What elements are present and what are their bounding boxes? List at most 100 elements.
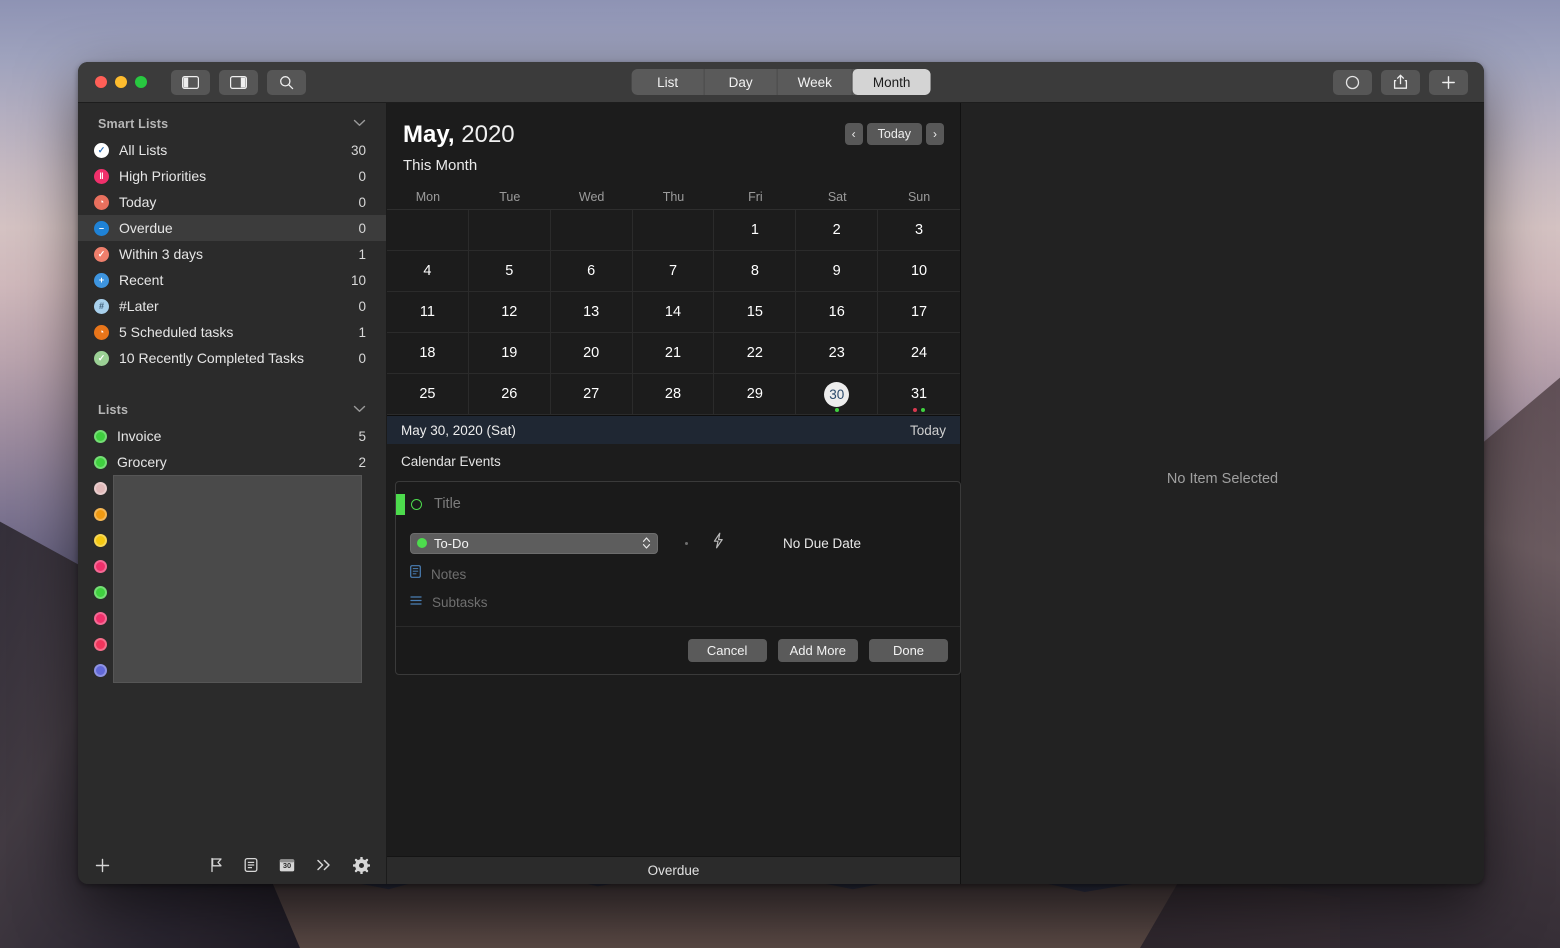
chevron-down-icon[interactable] [353,404,366,416]
gear-icon[interactable] [353,856,370,874]
window-controls [95,76,147,88]
sidebar-item-all-lists[interactable]: ✓ All Lists 30 [78,137,386,163]
calendar-day-9[interactable]: 9 [796,251,879,292]
calendar-day-26[interactable]: 26 [468,374,551,415]
list-item-grocery[interactable]: Grocery 2 [78,449,386,475]
prev-month-button[interactable]: ‹ [844,123,863,145]
notes-label: Notes [431,566,467,582]
calendar-day-14[interactable]: 14 [632,292,715,333]
sidebar-item-overdue[interactable]: – Overdue 0 [78,215,386,241]
calendar-day-25[interactable]: 25 [387,374,469,415]
check-circle-icon: ✓ [94,142,109,158]
calendar-day-17[interactable]: 17 [878,292,960,333]
add-list-button[interactable] [94,857,111,874]
done-button[interactable]: Done [869,639,948,662]
calendar-day-20[interactable]: 20 [550,333,633,374]
calendar-day-1[interactable]: 1 [714,210,797,251]
task-title-input[interactable]: Title [434,496,461,512]
calendar-day-15[interactable]: 15 [714,292,797,333]
calendar-day-2[interactable]: 2 [796,210,879,251]
add-button[interactable] [1429,69,1468,95]
day-number: 10 [910,263,928,279]
minimize-button[interactable] [115,76,127,88]
calendar-day-31[interactable]: 31 [878,374,960,415]
task-title-row[interactable]: Title [396,482,960,526]
calendar-day-6[interactable]: 6 [550,251,633,292]
sidebar-item-5-scheduled-tasks[interactable]: ◔ 5 Scheduled tasks 1 [78,319,386,345]
list-item-invoice[interactable]: Invoice 5 [78,423,386,449]
quick-action-bolt-icon[interactable] [712,532,725,554]
calendar-day-27[interactable]: 27 [550,374,633,415]
chevron-updown-icon[interactable] [642,536,651,550]
calendar-day-7[interactable]: 7 [632,251,715,292]
tab-day[interactable]: Day [705,69,778,95]
smart-lists-section-header[interactable]: Smart Lists [78,113,386,137]
calendar-day-30[interactable]: 30 [796,374,879,415]
calendar-day-3[interactable]: 3 [878,210,960,251]
smart-lists-container: ✓ All Lists 30 ‖ High Priorities 0 ◔ Today 0– Ove… [78,137,386,371]
add-more-button[interactable]: Add More [777,639,858,662]
sidebar-item-recent[interactable]: + Recent 10 [78,267,386,293]
flag-icon[interactable] [210,857,223,873]
calendar-day-18[interactable]: 18 [387,333,469,374]
today-button[interactable]: Today [866,123,922,145]
lists-section-header[interactable]: Lists [78,399,386,423]
calendar-day-24[interactable]: 24 [878,333,960,374]
toggle-right-sidebar-button[interactable] [219,69,258,95]
day-number: 13 [583,304,600,320]
share-button[interactable] [1381,69,1420,95]
day-number: 1 [750,222,759,238]
priority-dot-icon[interactable] [685,541,688,545]
calendar-day-22[interactable]: 22 [714,333,797,374]
sidebar-item-high-priorities[interactable]: ‖ High Priorities 0 [78,163,386,189]
day-of-week-tue: Tue [499,190,521,204]
calendar-day-empty [632,210,715,251]
event-dot [913,408,918,412]
tab-list[interactable]: List [632,69,705,95]
task-complete-checkbox[interactable] [411,498,422,510]
calendar-day-8[interactable]: 8 [714,251,797,292]
calendar-day-19[interactable]: 19 [468,333,551,374]
chevron-double-right-icon[interactable] [316,858,332,872]
calendar-day-29[interactable]: 29 [714,374,797,415]
calendar-30-icon[interactable]: 30 [279,857,295,873]
calendar-day-13[interactable]: 13 [550,292,633,333]
calendar-day-12[interactable]: 12 [468,292,551,333]
sidebar-item-today[interactable]: ◔ Today 0 [78,189,386,215]
list-color-dot-icon [94,507,107,521]
cancel-button[interactable]: Cancel [687,639,767,662]
calendar-day-11[interactable]: 11 [387,292,469,333]
sidebar-item-label: Recent [119,272,164,288]
task-type-select[interactable]: To-Do [410,532,658,554]
calendar-day-21[interactable]: 21 [632,333,715,374]
note-icon[interactable] [244,857,258,873]
chevron-down-icon[interactable] [353,118,366,130]
sidebar-item-10-recently-completed-tasks[interactable]: ✓ 10 Recently Completed Tasks 0 [78,345,386,371]
calendar-day-16[interactable]: 16 [796,292,879,333]
calendar-events-label: Calendar Events [401,454,501,469]
tab-week[interactable]: Week [778,69,853,95]
calendar-day-10[interactable]: 10 [878,251,960,292]
due-date-label[interactable]: No Due Date [783,536,861,551]
calendar-day-4[interactable]: 4 [387,251,469,292]
zoom-button[interactable] [135,76,147,88]
calendar-day-23[interactable]: 23 [796,333,879,374]
notes-row[interactable]: Notes [396,560,960,588]
subtasks-label: Subtasks [432,594,488,610]
calendar-day-5[interactable]: 5 [468,251,551,292]
sidebar-item-count: 0 [358,350,366,366]
search-button[interactable] [267,69,306,95]
calendar-header: May, 2020 This Month ‹ Today › [387,103,960,174]
event-dot [921,408,926,412]
sidebar-item-later[interactable]: # #Later 0 [78,293,386,319]
toggle-left-sidebar-button[interactable] [171,69,210,95]
share-icon [1393,74,1408,90]
next-month-button[interactable]: › [926,123,944,145]
sidebar-item-within-3-days[interactable]: ✓ Within 3 days 1 [78,241,386,267]
view-mode-segmented-control[interactable]: List Day Week Month [631,69,931,95]
close-button[interactable] [95,76,107,88]
subtasks-row[interactable]: Subtasks [396,588,960,616]
focus-circle-button[interactable] [1333,69,1372,95]
tab-month[interactable]: Month [852,69,931,95]
calendar-day-28[interactable]: 28 [632,374,715,415]
